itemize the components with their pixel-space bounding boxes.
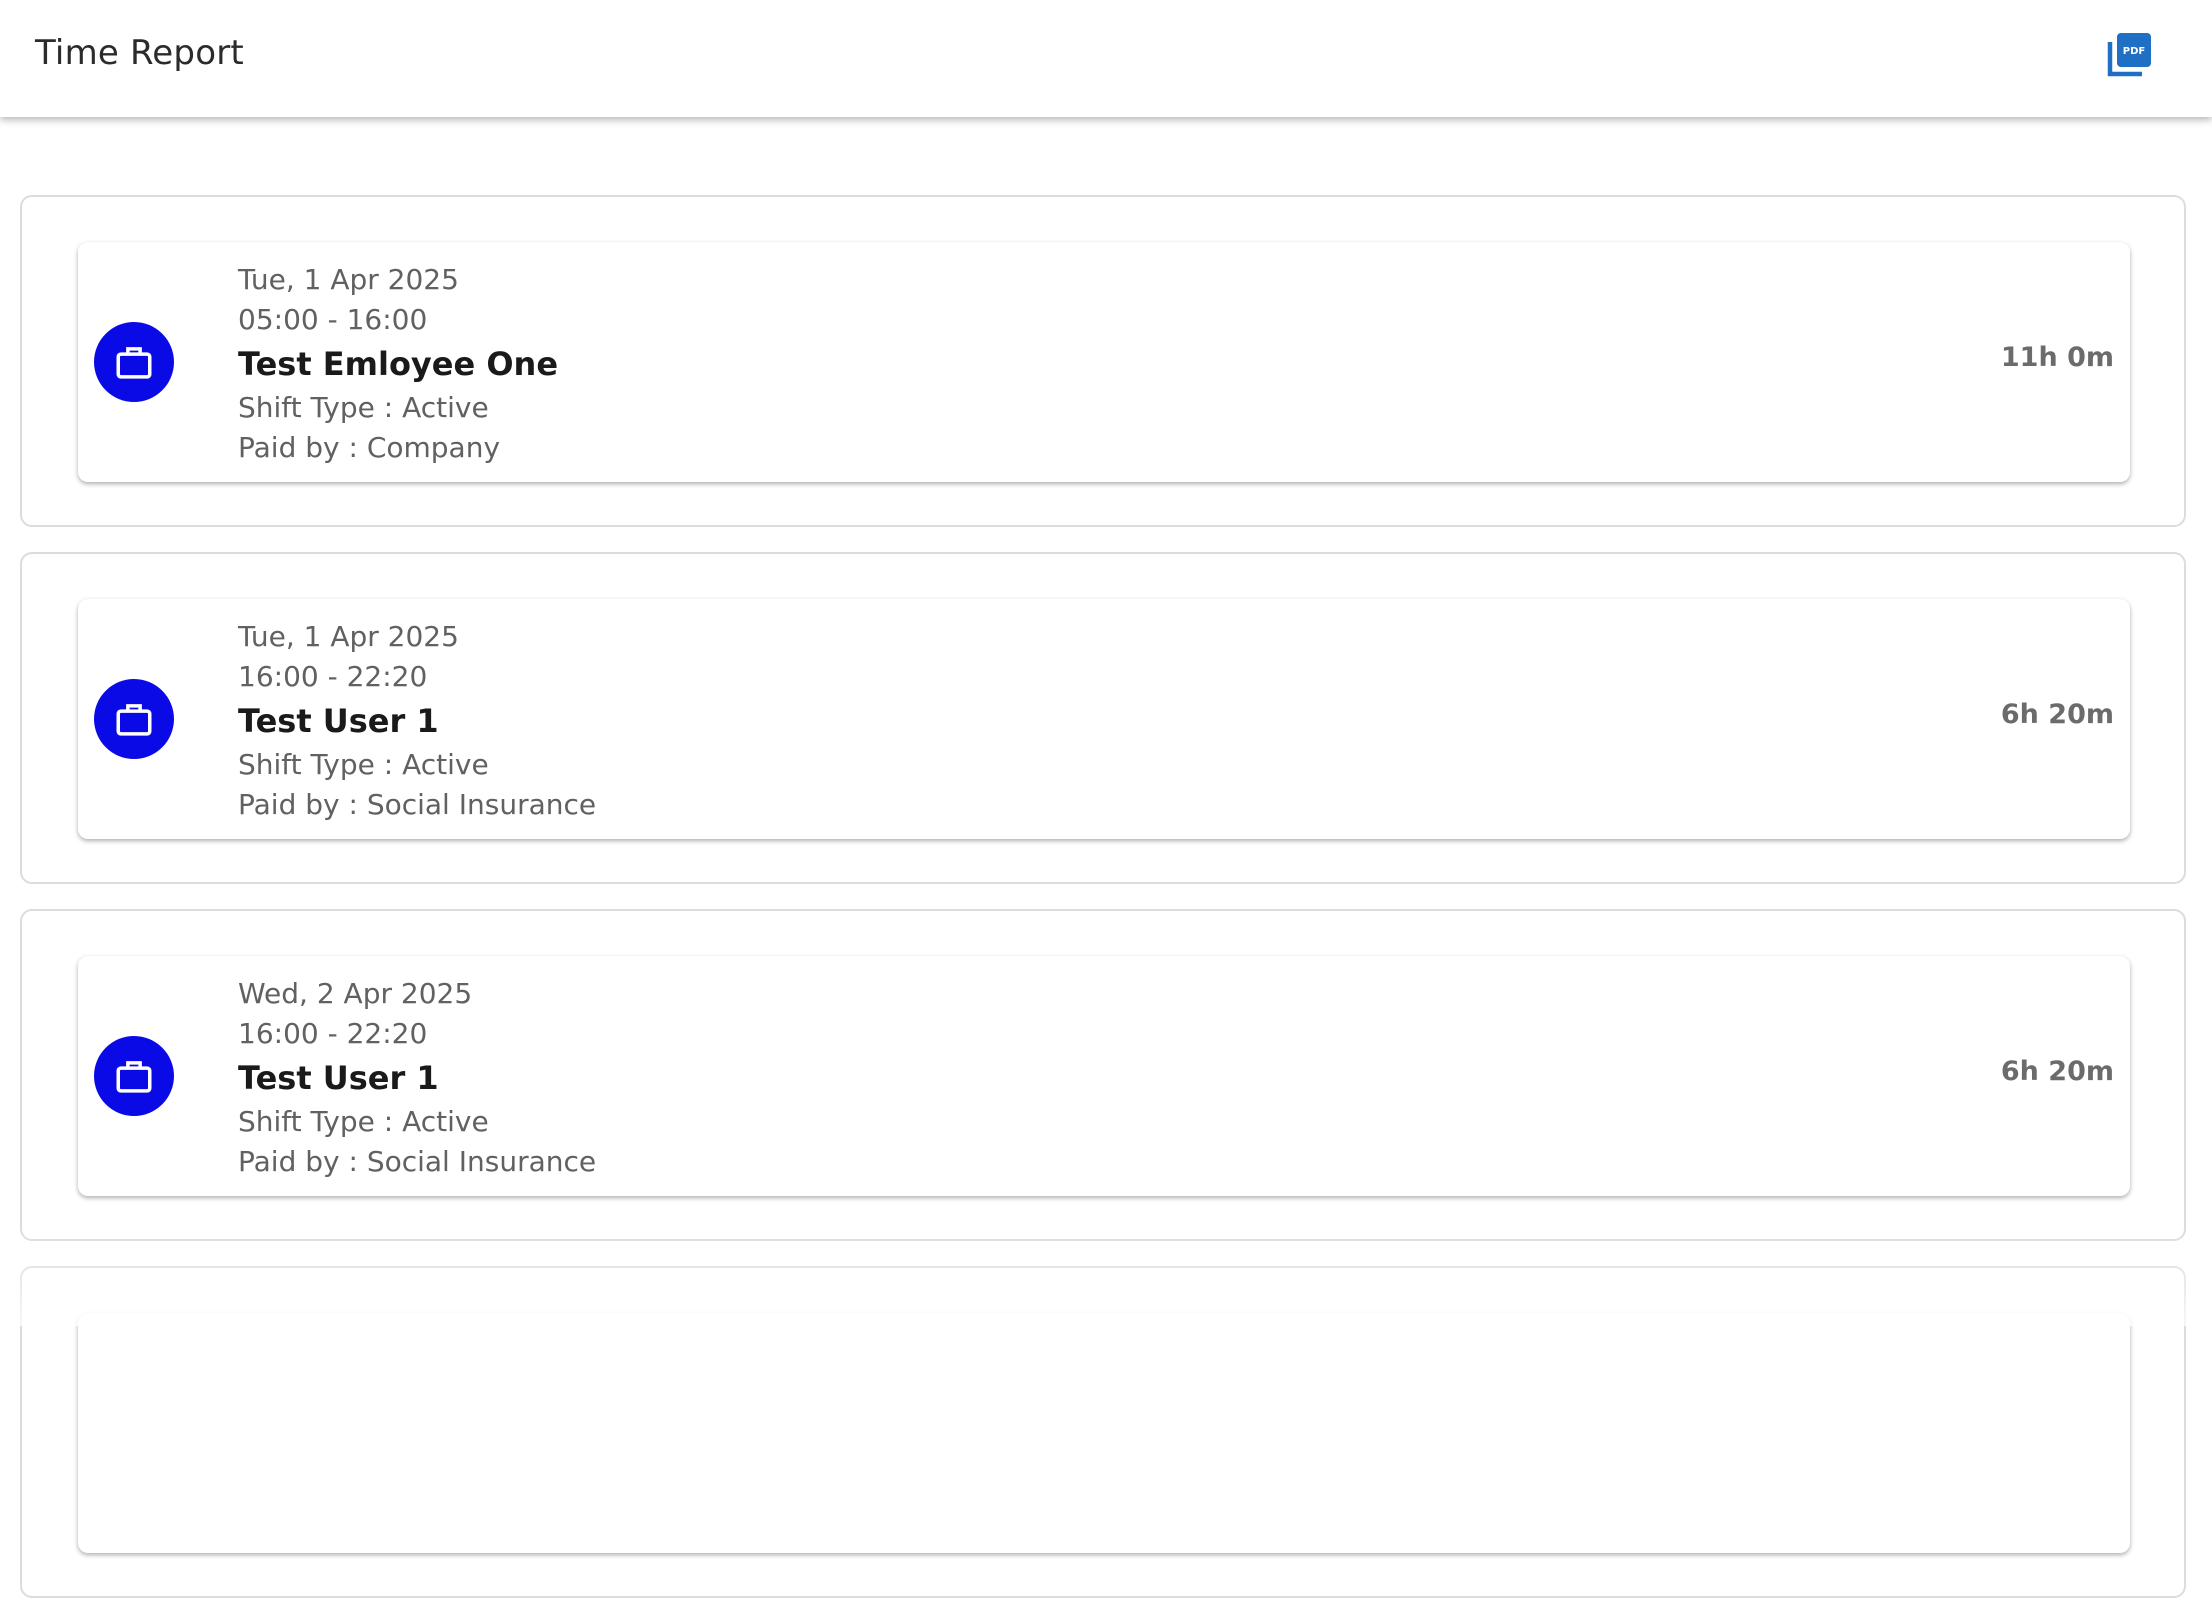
shift-date: Tue, 1 Apr 2025 [238,620,459,653]
shift-duration: 6h 20m [2000,1056,2114,1087]
employee-name: Test Emloyee One [238,345,559,383]
shift-entry[interactable]: Tue, 1 Apr 2025 05:00 - 16:00 Test Emloy… [78,242,2130,482]
app-header: Time Report PDF [0,0,2212,117]
shift-entry[interactable]: Wed, 2 Apr 2025 16:00 - 22:20 Test User … [78,956,2130,1196]
shift-time: 05:00 - 16:00 [238,303,428,336]
employee-name: Test User 1 [238,702,439,740]
paid-by: Paid by : Company [238,431,501,464]
shift-entry[interactable]: Tue, 1 Apr 2025 16:00 - 22:20 Test User … [78,599,2130,839]
pdf-icon: PDF [2107,33,2151,77]
shift-time: 16:00 - 22:20 [238,1017,428,1050]
shift-details: Tue, 1 Apr 2025 05:00 - 16:00 Test Emloy… [238,260,558,468]
paid-by: Paid by : Social Insurance [238,788,597,821]
briefcase-icon [94,322,174,402]
paid-by: Paid by : Social Insurance [238,1145,597,1178]
shift-date: Tue, 1 Apr 2025 [238,263,459,296]
shift-time: 16:00 - 22:20 [238,660,428,693]
briefcase-icon [94,1036,174,1116]
svg-text:PDF: PDF [2123,46,2145,57]
shift-type: Shift Type : Active [238,391,489,424]
shift-duration: 6h 20m [2000,699,2114,730]
shift-list: Tue, 1 Apr 2025 05:00 - 16:00 Test Emloy… [20,195,2186,1623]
shift-date: Wed, 2 Apr 2025 [238,977,473,1010]
export-pdf-button[interactable]: PDF [2106,30,2154,78]
shift-card-partial [20,1266,2186,1598]
shift-card: Tue, 1 Apr 2025 05:00 - 16:00 Test Emloy… [20,195,2186,527]
shift-duration: 11h 0m [2000,342,2114,373]
shift-card: Tue, 1 Apr 2025 16:00 - 22:20 Test User … [20,552,2186,884]
shift-details: Wed, 2 Apr 2025 16:00 - 22:20 Test User … [238,974,596,1182]
shift-details: Tue, 1 Apr 2025 16:00 - 22:20 Test User … [238,617,596,825]
employee-name: Test User 1 [238,1059,439,1097]
shift-entry[interactable] [78,1313,2130,1553]
shift-type: Shift Type : Active [238,1105,489,1138]
shift-card: Wed, 2 Apr 2025 16:00 - 22:20 Test User … [20,909,2186,1241]
page-title: Time Report [35,33,244,73]
shift-type: Shift Type : Active [238,748,489,781]
briefcase-icon [94,679,174,759]
